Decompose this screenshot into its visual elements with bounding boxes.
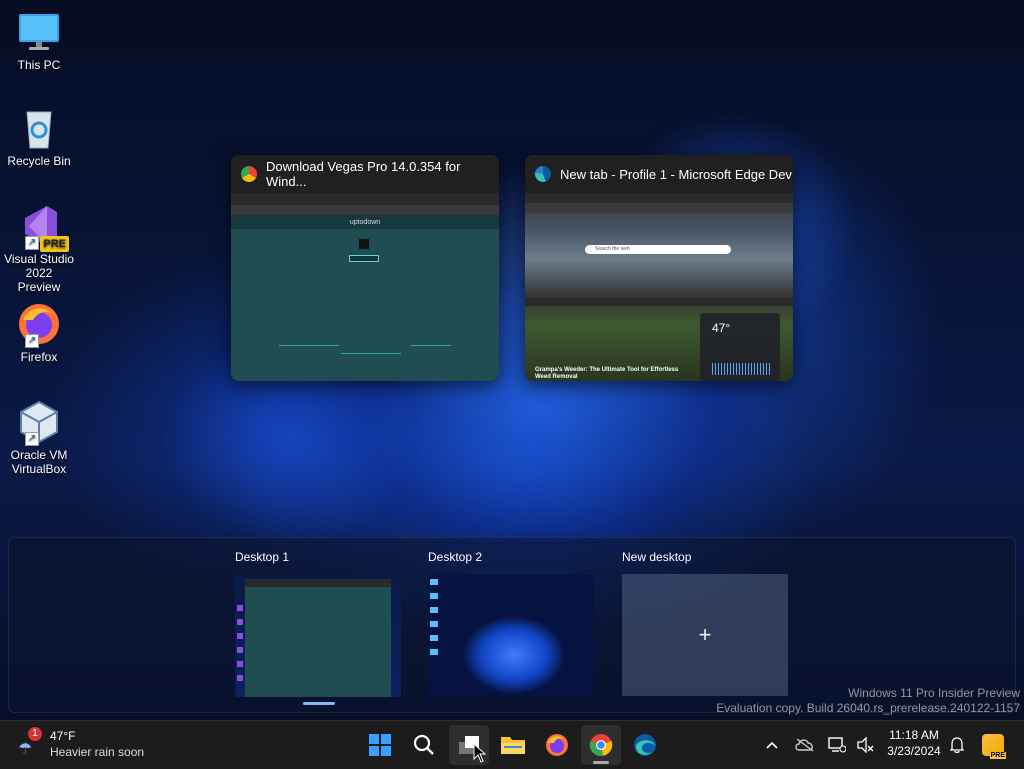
visual-studio-icon: PRE ↗ <box>17 204 69 252</box>
network-icon[interactable] <box>824 721 850 769</box>
monitor-icon <box>17 10 61 54</box>
onedrive-icon[interactable] <box>792 721 818 769</box>
desktop-icon-label: Firefox <box>20 350 58 364</box>
clock-time: 11:18 AM <box>889 728 939 742</box>
chrome-icon <box>241 166 257 182</box>
firefox-taskbar-button[interactable] <box>537 725 577 765</box>
plus-icon: + <box>622 574 788 696</box>
desktop-icon-virtualbox[interactable]: ↗ Oracle VM VirtualBox <box>4 400 74 476</box>
recycle-bin-icon <box>17 106 61 150</box>
download-card <box>349 239 379 267</box>
window-preview: Search the web 47° Grampa's Weeder: The … <box>525 193 793 381</box>
shortcut-arrow-icon: ↗ <box>25 432 39 446</box>
notifications-button[interactable] <box>946 721 968 769</box>
start-button[interactable] <box>360 725 400 765</box>
chrome-icon <box>589 734 613 757</box>
clock[interactable]: 11:18 AM 3/23/2024 <box>880 727 948 759</box>
rain-umbrella-icon: ☂ <box>18 741 33 758</box>
mouse-cursor <box>473 742 487 768</box>
watermark-line2: Evaluation copy. Build 26040.rs_prerelea… <box>716 701 1020 715</box>
weather-card: 47° <box>700 313 780 381</box>
window-title-bar: Download Vegas Pro 14.0.354 for Wind... <box>231 155 499 193</box>
weather-temp: 47°F <box>50 729 76 743</box>
file-explorer-button[interactable] <box>493 725 533 765</box>
desktop-icon-recycle-bin[interactable]: Recycle Bin <box>4 106 74 168</box>
desktop-thumbnail <box>428 575 594 697</box>
file-explorer-icon <box>501 737 525 754</box>
window-preview: uptodown <box>231 193 499 381</box>
firefox-icon <box>546 734 568 756</box>
start-icon <box>369 734 391 756</box>
news-headline: Grampa's Weeder: The Ultimate Tool for E… <box>535 367 679 380</box>
desktop-icon-label: This PC <box>17 58 61 72</box>
desktop-icon-label: Visual Studio 2022 Preview <box>4 252 74 294</box>
insider-preview-icon[interactable]: PRE <box>980 721 1006 769</box>
window-title-bar: New tab - Profile 1 - Microsoft Edge Dev <box>525 155 793 193</box>
desktop-icon-firefox[interactable]: ↗ Firefox <box>4 302 74 364</box>
notification-badge: 1 <box>28 727 42 741</box>
show-hidden-icons-button[interactable] <box>760 721 784 769</box>
site-header: uptodown <box>231 215 499 229</box>
feed-tabs <box>525 298 793 306</box>
watermark-line1: Windows 11 Pro Insider Preview <box>848 686 1020 700</box>
desktop-label: Desktop 1 <box>235 550 290 564</box>
edge-taskbar-button[interactable] <box>625 725 665 765</box>
chevron-up-icon <box>766 741 778 749</box>
current-desktop-indicator <box>303 702 335 705</box>
desktop-icon-label: Oracle VM VirtualBox <box>10 448 68 476</box>
virtualbox-icon: ↗ <box>17 400 61 446</box>
shortcut-arrow-icon: ↗ <box>25 334 39 348</box>
new-desktop-label: New desktop <box>622 550 692 564</box>
task-view-window-edge[interactable]: New tab - Profile 1 - Microsoft Edge Dev… <box>525 155 793 381</box>
weather-widget[interactable]: ☂ 1 47°F Heavier rain soon <box>16 727 166 763</box>
search-box: Search the web <box>585 245 731 254</box>
taskbar: ☂ 1 47°F Heavier rain soon 11:18 AM 3/23… <box>0 720 1024 769</box>
desktop-icon-visual-studio[interactable]: PRE ↗ Visual Studio 2022 Preview <box>4 204 74 294</box>
edge-icon <box>634 734 656 756</box>
desktop-icon-label: Recycle Bin <box>7 154 71 168</box>
pre-badge: PRE <box>40 236 69 252</box>
search-icon <box>413 734 434 755</box>
window-title: Download Vegas Pro 14.0.354 for Wind... <box>266 159 461 189</box>
running-indicator <box>593 761 609 764</box>
clock-date: 3/23/2024 <box>887 744 941 758</box>
desktop-thumbnail <box>235 575 401 697</box>
task-view-window-chrome[interactable]: Download Vegas Pro 14.0.354 for Wind... … <box>231 155 499 381</box>
window-title: New tab - Profile 1 - Microsoft Edge Dev <box>560 166 792 182</box>
firefox-icon: ↗ <box>17 302 61 348</box>
volume-muted-icon[interactable] <box>852 721 878 769</box>
shortcut-arrow-icon: ↗ <box>25 236 39 250</box>
search-button[interactable] <box>404 725 444 765</box>
chrome-taskbar-button[interactable] <box>581 725 621 765</box>
new-desktop-button[interactable]: New desktop + <box>618 545 798 696</box>
edge-icon <box>535 166 551 182</box>
virtual-desktop-2[interactable]: Desktop 2 <box>424 545 604 697</box>
weather-desc: Heavier rain soon <box>50 745 145 759</box>
virtual-desktop-1[interactable]: Desktop 1 <box>231 545 411 697</box>
bell-icon <box>950 737 964 753</box>
desktop-icon-this-pc[interactable]: This PC <box>4 10 74 72</box>
desktop-label: Desktop 2 <box>428 550 483 564</box>
